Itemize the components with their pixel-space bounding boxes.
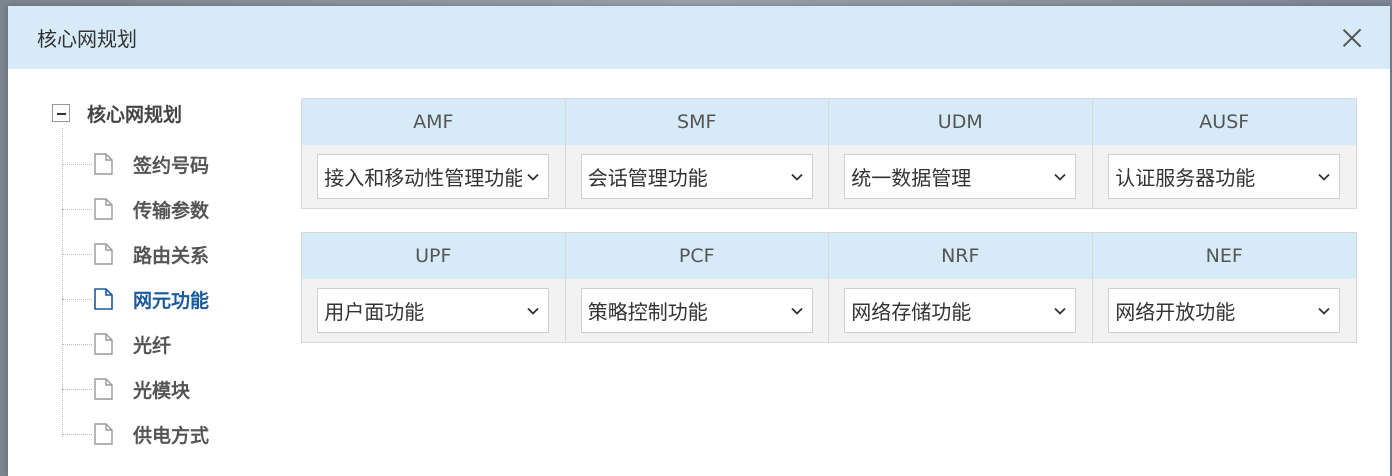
file-icon [94, 288, 113, 310]
nrf-select[interactable]: 网络存储功能 [844, 288, 1077, 333]
column-header: PCF [565, 233, 829, 279]
udm-select[interactable]: 统一数据管理 [844, 154, 1077, 199]
chevron-down-icon [1053, 304, 1067, 318]
file-icon [94, 378, 113, 400]
dialog-header: 核心网规划 [8, 6, 1390, 69]
file-icon [94, 198, 113, 220]
select-value: 认证服务器功能 [1115, 166, 1256, 190]
tree-item-label: 签约号码 [133, 154, 210, 177]
select-value: 策略控制功能 [587, 300, 708, 324]
tree-item-power-supply[interactable]: 供电方式 [62, 419, 209, 449]
smf-select[interactable]: 会话管理功能 [580, 154, 813, 199]
tree-root-label: 核心网规划 [87, 103, 183, 126]
column-header: AMF [302, 99, 566, 145]
tree-item-label: 光纤 [133, 334, 172, 357]
file-icon [94, 423, 113, 445]
chevron-down-icon [790, 170, 804, 184]
column-header: UPF [302, 233, 566, 279]
tree-item-network-element-functions[interactable]: 网元功能 [62, 284, 209, 314]
upf-select[interactable]: 用户面功能 [317, 288, 550, 333]
collapse-icon[interactable] [52, 104, 70, 122]
nef-select[interactable]: 网络开放功能 [1108, 288, 1341, 333]
tree-root[interactable]: 核心网规划 [52, 98, 282, 128]
select-value: 接入和移动性管理功能 [324, 166, 523, 190]
tree-item-transmission-params[interactable]: 传输参数 [62, 194, 209, 224]
column-header: SMF [565, 99, 829, 145]
dialog-title: 核心网规划 [37, 27, 137, 51]
grid-header-row: UPF PCF NRF NEF [302, 233, 1356, 279]
chevron-down-icon [526, 170, 540, 184]
tree-item-routing-relations[interactable]: 路由关系 [62, 239, 209, 269]
file-icon [94, 333, 113, 355]
pcf-select[interactable]: 策略控制功能 [580, 288, 813, 333]
tree-item-label: 传输参数 [133, 199, 210, 222]
file-icon [94, 243, 113, 265]
chevron-down-icon [1317, 170, 1331, 184]
column-header: NRF [829, 233, 1093, 279]
grid-body-row: 接入和移动性管理功能 会话管理功能 统一数据管理 认证服务器功能 [302, 145, 1356, 208]
tree-item-label: 路由关系 [133, 244, 210, 267]
select-value: 用户面功能 [324, 300, 425, 324]
grid-header-row: AMF SMF UDM AUSF [302, 99, 1356, 145]
network-function-grid-2: UPF PCF NRF NEF 用户面功能 策略控制功能 网络存储功能 网络开放… [301, 232, 1357, 343]
chevron-down-icon [1053, 170, 1067, 184]
column-header: AUSF [1092, 99, 1356, 145]
file-icon [94, 153, 113, 175]
core-network-planning-dialog: 核心网规划 核心网规划 签约号码 传输参数 路由关系 网元功能 光纤 光模块 供… [8, 6, 1390, 476]
column-header: NEF [1092, 233, 1356, 279]
planning-tree: 核心网规划 签约号码 传输参数 路由关系 网元功能 光纤 光模块 供电方式 [52, 98, 282, 458]
close-icon[interactable] [1340, 26, 1364, 50]
tree-item-signing-number[interactable]: 签约号码 [62, 149, 209, 179]
ausf-select[interactable]: 认证服务器功能 [1108, 154, 1341, 199]
tree-item-fiber[interactable]: 光纤 [62, 329, 171, 359]
network-function-grid-1: AMF SMF UDM AUSF 接入和移动性管理功能 会话管理功能 统一数据管 [301, 98, 1357, 209]
chevron-down-icon [790, 304, 804, 318]
tree-item-optical-module[interactable]: 光模块 [62, 374, 190, 404]
select-value: 会话管理功能 [587, 166, 708, 190]
amf-select[interactable]: 接入和移动性管理功能 [317, 154, 550, 199]
tree-item-label: 光模块 [133, 379, 191, 402]
select-value: 统一数据管理 [851, 166, 972, 190]
tree-item-label: 供电方式 [133, 424, 210, 447]
column-header: UDM [829, 99, 1093, 145]
grid-body-row: 用户面功能 策略控制功能 网络存储功能 网络开放功能 [302, 279, 1356, 342]
select-value: 网络存储功能 [851, 300, 972, 324]
tree-item-label: 网元功能 [133, 289, 210, 312]
chevron-down-icon [1317, 304, 1331, 318]
chevron-down-icon [526, 304, 540, 318]
select-value: 网络开放功能 [1115, 300, 1236, 324]
